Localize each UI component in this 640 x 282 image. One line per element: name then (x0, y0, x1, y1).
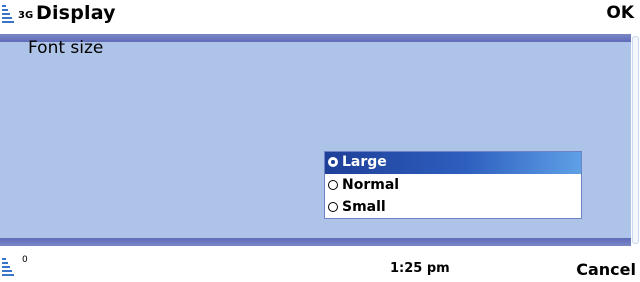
page-title: Display (36, 2, 116, 24)
font-size-options-list: Large Normal Small (324, 151, 582, 219)
signal-strength-icon (2, 3, 16, 23)
top-status-bar: 3G Display OK (0, 0, 640, 34)
network-type-label: 3G (18, 10, 34, 21)
radio-selected-icon (328, 157, 338, 167)
scrollbar[interactable] (631, 34, 640, 246)
panel-bottom-border (0, 238, 631, 246)
setting-label: Font size (28, 38, 104, 58)
option-label: Normal (342, 177, 400, 193)
option-normal[interactable]: Normal (325, 175, 581, 197)
option-large[interactable]: Large (325, 152, 581, 174)
cancel-softkey[interactable]: Cancel (576, 260, 636, 279)
radio-unselected-icon (328, 202, 338, 212)
ok-softkey[interactable]: OK (606, 3, 634, 23)
bottom-softkey-bar: 0 1:25 pm Cancel (0, 246, 640, 282)
option-label: Small (342, 199, 386, 215)
option-small[interactable]: Small (325, 197, 581, 219)
radio-unselected-icon (328, 180, 338, 190)
status-indicator: 0 (22, 255, 28, 265)
option-label: Large (342, 154, 387, 170)
battery-icon (2, 256, 16, 276)
clock: 1:25 pm (390, 261, 450, 276)
scrollbar-thumb[interactable] (632, 36, 639, 244)
